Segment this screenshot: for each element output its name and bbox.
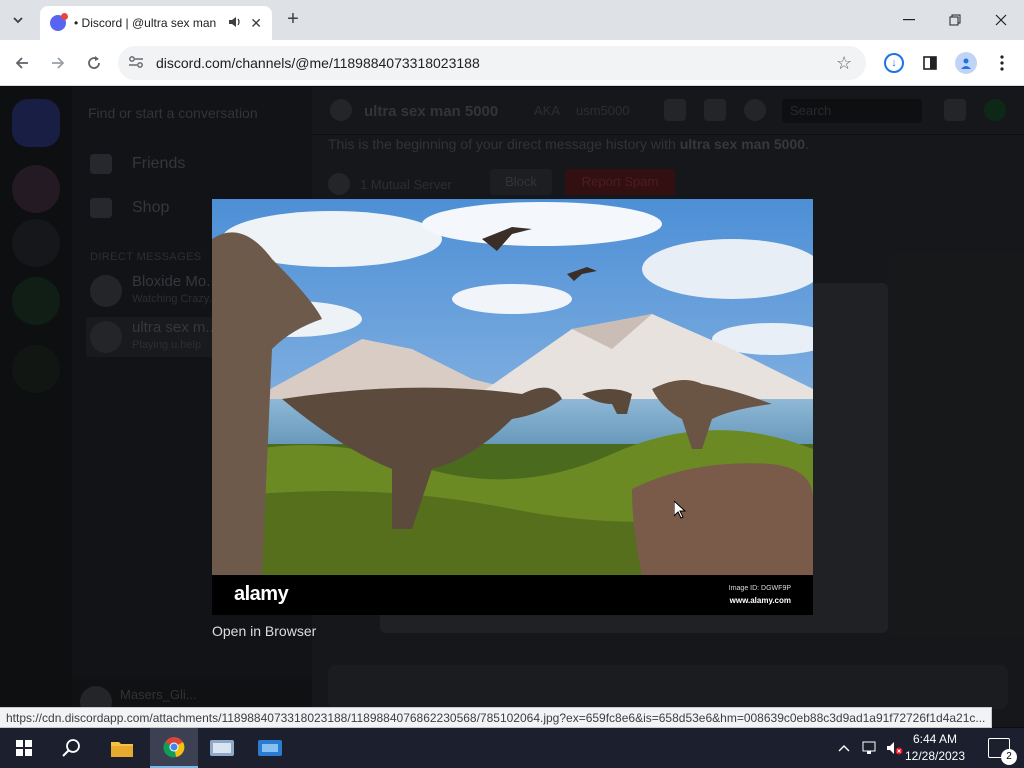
menu-kebab-icon[interactable] xyxy=(989,50,1015,76)
open-in-browser-link[interactable]: Open in Browser xyxy=(212,623,316,639)
app-icon[interactable] xyxy=(246,728,294,768)
notification-badge: 2 xyxy=(1001,749,1017,765)
chevron-down-icon xyxy=(13,17,23,24)
browser-toolbar: discord.com/channels/@me/118988407331802… xyxy=(0,40,1024,86)
speaker-icon[interactable] xyxy=(228,16,242,31)
system-clock[interactable]: 6:44 AM 12/28/2023 xyxy=(900,731,970,765)
clock-date: 12/28/2023 xyxy=(904,749,966,763)
alamy-logo: alamy xyxy=(234,583,289,605)
profile-icon[interactable] xyxy=(953,50,979,76)
discord-favicon-icon xyxy=(50,13,68,31)
image-viewer[interactable]: alamy Image ID: DGWF9P www.alamy.com xyxy=(212,199,813,615)
tab-strip: • Discord | @ultra sex man 5 ✕ + xyxy=(0,0,1024,40)
download-icon[interactable]: ↓ xyxy=(881,50,907,76)
chrome-icon[interactable] xyxy=(150,728,198,768)
watermark-bar: alamy Image ID: DGWF9P www.alamy.com xyxy=(212,575,813,615)
url-text: discord.com/channels/@me/118988407331802… xyxy=(156,55,480,71)
dinosaur-landscape-image xyxy=(212,199,813,576)
search-icon[interactable] xyxy=(48,728,96,768)
tab-search-button[interactable] xyxy=(6,8,30,32)
chevron-up-icon[interactable] xyxy=(838,728,850,768)
minimize-icon[interactable] xyxy=(886,0,932,40)
side-panel-icon[interactable] xyxy=(917,50,943,76)
browser-tab-discord[interactable]: • Discord | @ultra sex man 5 ✕ xyxy=(40,6,272,40)
site-settings-icon[interactable] xyxy=(128,55,152,72)
network-icon[interactable] xyxy=(862,728,880,768)
back-icon[interactable] xyxy=(9,50,35,76)
address-bar[interactable]: discord.com/channels/@me/118988407331802… xyxy=(118,46,866,80)
bookmark-star-icon[interactable]: ☆ xyxy=(836,53,866,74)
image-id: Image ID: DGWF9P xyxy=(728,585,791,592)
tab-title: • Discord | @ultra sex man 5 xyxy=(74,16,221,30)
new-tab-button[interactable]: + xyxy=(282,8,304,30)
link-status-bar: https://cdn.discordapp.com/attachments/1… xyxy=(0,707,992,728)
windows-start-icon[interactable] xyxy=(0,728,48,768)
app-icon[interactable] xyxy=(198,728,246,768)
close-tab-icon[interactable]: ✕ xyxy=(250,15,262,32)
clock-time: 6:44 AM xyxy=(912,732,958,746)
windows-taskbar: 6:44 AM 12/28/2023 2 xyxy=(0,728,1024,768)
notification-center-icon[interactable]: 2 xyxy=(988,738,1017,765)
close-window-icon[interactable] xyxy=(978,0,1024,40)
forward-icon[interactable] xyxy=(45,50,71,76)
file-explorer-icon[interactable] xyxy=(98,728,146,768)
reload-icon[interactable] xyxy=(81,50,107,76)
restore-icon[interactable] xyxy=(932,0,978,40)
alamy-site: www.alamy.com xyxy=(729,596,791,605)
